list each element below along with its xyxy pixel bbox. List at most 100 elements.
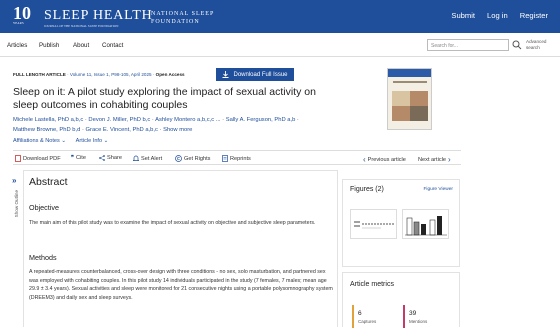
article-metrics-heading: Article metrics — [350, 281, 394, 288]
get-rights-label: Get Rights — [184, 155, 211, 162]
author-line-2: Matthew Browne, PhD b,d · Grace E. Vince… — [13, 127, 193, 133]
logo-title: SLEEP HEALTH — [44, 8, 153, 23]
abstract-panel — [23, 170, 338, 327]
search-icon[interactable] — [512, 40, 522, 50]
metric-label: Mentions — [409, 319, 428, 324]
metric-captures[interactable]: 6 Captures — [352, 305, 397, 328]
chevron-left-icon: ‹ — [363, 155, 366, 164]
article-meta: FULL LENGTH ARTICLE · Volume 11, Issue 1… — [13, 72, 185, 77]
bell-icon — [133, 155, 139, 161]
article-type: FULL LENGTH ARTICLE — [13, 72, 66, 77]
set-alert-button[interactable]: Set Alert — [133, 155, 162, 162]
figure-table-preview — [354, 221, 395, 229]
download-full-issue-button[interactable]: Download Full Issue — [216, 68, 294, 81]
account-links: Submit Log in Register — [451, 11, 548, 20]
download-pdf-button[interactable]: Download PDF — [15, 155, 61, 162]
advanced-search-line-2: search — [526, 45, 540, 50]
metric-mentions[interactable]: 39 Mentions — [403, 305, 448, 328]
objective-heading: Objective — [29, 203, 59, 212]
objective-text: The main aim of this pilot study was to … — [29, 220, 316, 226]
submit-link[interactable]: Submit — [451, 11, 475, 20]
get-rights-button[interactable]: Get Rights — [175, 155, 210, 162]
author-link[interactable]: Grace E. Vincent, PhD a,b,c — [86, 127, 158, 133]
top-header-bar: 10 YEARS SLEEP HEALTH JOURNAL OF THE NAT… — [0, 0, 560, 33]
article-info-toggle[interactable]: Article Info ⌄ — [76, 138, 109, 144]
cover-image-panel — [410, 106, 428, 121]
foundation-line-2: FOUNDATION — [151, 19, 200, 25]
abstract-heading: Abstract — [29, 176, 68, 188]
article-info-links: Affiliations & Notes ⌄ Article Info ⌄ — [13, 138, 108, 144]
article-title: Sleep on it: A pilot study exploring the… — [13, 86, 316, 111]
figures-panel: Figures (2) Figure Viewer — [342, 179, 460, 267]
next-article-label: Next article — [418, 156, 446, 163]
article-info-label: Article Info — [75, 138, 103, 144]
figure-bar-chart-preview — [405, 216, 447, 236]
foundation-logo[interactable]: NATIONAL SLEEP FOUNDATION — [151, 10, 214, 26]
quote-icon: ❞ — [71, 155, 75, 161]
figure-thumbnail[interactable] — [402, 209, 449, 239]
author-link[interactable]: Ashley Montero a,b,c,c ... — [155, 117, 220, 123]
author-list: Michele Lastella, PhD a,b,c · Devon J. M… — [13, 115, 343, 135]
author-link[interactable]: Michele Lastella, PhD a,b,c — [13, 117, 83, 123]
foundation-line-1: NATIONAL SLEEP — [151, 11, 215, 17]
next-article-link[interactable]: Next article › — [418, 155, 451, 164]
article-metrics-panel: Article metrics 6 Captures 39 Mentions — [342, 272, 460, 328]
figures-heading: Figures (2) — [350, 186, 384, 193]
previous-article-link[interactable]: ‹ Previous article — [363, 155, 406, 164]
chevron-right-icon: › — [447, 155, 451, 164]
logo-subtitle: JOURNAL OF THE NATIONAL SLEEP FOUNDATION — [44, 24, 119, 28]
open-access-badge: Open Access — [155, 72, 185, 77]
nav-about[interactable]: About — [73, 42, 89, 49]
chevron-down-icon: ⌄ — [103, 138, 109, 144]
cite-button[interactable]: ❞ Cite — [71, 155, 86, 161]
reprints-label: Reprints — [230, 155, 251, 162]
figure-thumbnail[interactable] — [350, 209, 397, 239]
show-outline-label[interactable]: Show Outline — [14, 190, 22, 217]
article-toolbar: Download PDF ❞ Cite Share Set Alert Get … — [13, 150, 461, 165]
download-icon — [222, 71, 229, 78]
chevron-down-icon: ⌄ — [61, 138, 67, 144]
previous-article-label: Previous article — [367, 156, 406, 163]
cite-label: Cite — [76, 155, 86, 161]
methods-text: A repeated-measures counterbalanced, cro… — [29, 269, 333, 301]
metric-label: Captures — [358, 319, 377, 324]
cover-header-band — [388, 69, 431, 77]
copyright-icon — [175, 155, 182, 162]
login-link[interactable]: Log in — [487, 11, 508, 20]
metric-value: 6 — [358, 310, 362, 317]
author-line-1: Michele Lastella, PhD a,b,c · Devon J. M… — [13, 117, 299, 123]
metric-value: 39 — [409, 310, 417, 317]
article-volume-link[interactable]: Volume 11, Issue 1, P98-105, April 2025 — [70, 72, 152, 77]
share-label: Share — [107, 155, 122, 161]
affiliations-notes-label: Affiliations & Notes — [13, 138, 60, 144]
methods-heading: Methods — [29, 253, 57, 262]
download-full-issue-label: Download Full Issue — [233, 71, 288, 78]
set-alert-label: Set Alert — [141, 155, 163, 162]
advanced-search-link[interactable]: Advanced search — [526, 39, 546, 51]
cover-text-line — [393, 81, 427, 83]
author-link[interactable]: Matthew Browne, PhD b,d — [13, 127, 80, 133]
journal-logo[interactable]: 10 YEARS SLEEP HEALTH JOURNAL OF THE NAT… — [13, 3, 152, 28]
document-icon — [222, 155, 228, 162]
show-more-authors-link[interactable]: Show more — [163, 127, 192, 133]
share-icon — [99, 155, 105, 161]
reprints-button[interactable]: Reprints — [222, 155, 251, 162]
author-link[interactable]: Devon J. Miller, PhD b,c — [88, 117, 150, 123]
register-link[interactable]: Register — [520, 11, 548, 20]
pdf-icon — [15, 155, 21, 162]
nav-contact[interactable]: Contact — [102, 42, 123, 49]
journal-cover-thumbnail[interactable] — [387, 68, 432, 130]
author-link[interactable]: Sally A. Ferguson, PhD a,b · — [226, 117, 299, 123]
figure-viewer-link[interactable]: Figure Viewer — [423, 187, 453, 192]
logo-anniversary-text: YEARS — [13, 21, 24, 25]
logo-anniversary-number: 10 — [13, 3, 31, 23]
share-button[interactable]: Share — [99, 155, 122, 161]
cover-image-panel — [392, 91, 410, 106]
affiliations-notes-toggle[interactable]: Affiliations & Notes ⌄ — [13, 138, 66, 144]
download-pdf-label: Download PDF — [23, 155, 61, 162]
nav-articles[interactable]: Articles — [7, 42, 27, 49]
search-input[interactable]: Search for... — [427, 39, 509, 51]
nav-publish[interactable]: Publish — [39, 42, 59, 49]
outline-rail[interactable]: » Show Outline — [12, 176, 22, 276]
double-chevron-right-icon[interactable]: » — [12, 176, 22, 185]
